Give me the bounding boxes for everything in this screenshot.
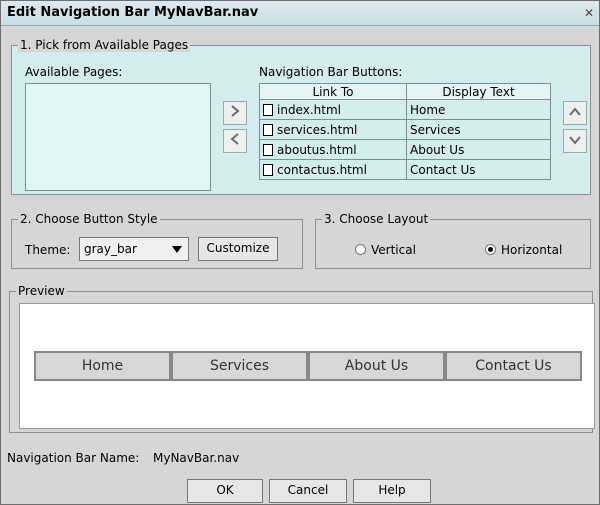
button-style-legend: 2. Choose Button Style [18, 212, 160, 226]
display-text-cell[interactable]: About Us [406, 139, 551, 160]
document-icon [263, 163, 273, 176]
display-text-cell[interactable]: Contact Us [406, 159, 551, 180]
navbar-name-label: Navigation Bar Name: [7, 451, 140, 465]
title-bar: Edit Navigation Bar MyNavBar.nav ✕ [1, 1, 599, 26]
move-left-icon[interactable] [223, 129, 247, 153]
link-cell[interactable]: aboutus.html [259, 139, 407, 160]
link-cell[interactable]: contactus.html [259, 159, 407, 180]
theme-label: Theme: [25, 243, 71, 257]
display-text-cell[interactable]: Services [406, 119, 551, 140]
customize-button[interactable]: Customize [198, 237, 278, 261]
column-display-text: Display Text [406, 83, 551, 100]
preview-services-button[interactable]: Services [171, 351, 308, 381]
vertical-radio[interactable] [355, 244, 366, 255]
theme-select[interactable]: gray_bar [79, 237, 189, 261]
table-row[interactable]: services.html Services [259, 119, 551, 140]
available-pages-label: Available Pages: [25, 65, 123, 79]
cancel-button[interactable]: Cancel [269, 479, 347, 503]
document-icon [263, 103, 273, 116]
table-row[interactable]: contactus.html Contact Us [259, 159, 551, 180]
horizontal-label: Horizontal [501, 243, 563, 257]
move-right-icon[interactable] [223, 101, 247, 125]
table-row[interactable]: index.html Home [259, 99, 551, 120]
navbar-buttons-label: Navigation Bar Buttons: [259, 65, 403, 79]
help-button[interactable]: Help [353, 479, 431, 503]
layout-legend: 3. Choose Layout [322, 212, 431, 226]
preview-home-button[interactable]: Home [34, 351, 171, 381]
preview-about-button[interactable]: About Us [308, 351, 445, 381]
move-up-icon[interactable] [563, 101, 587, 125]
dialog-window: Edit Navigation Bar MyNavBar.nav ✕ 1. Pi… [0, 0, 600, 505]
navbar-buttons-table: Link To Display Text index.html Home ser… [259, 83, 551, 180]
display-text-cell[interactable]: Home [406, 99, 551, 120]
link-cell[interactable]: services.html [259, 119, 407, 140]
navbar-name-value: MyNavBar.nav [153, 451, 240, 465]
window-title: Edit Navigation Bar MyNavBar.nav [7, 5, 259, 20]
ok-button[interactable]: OK [187, 479, 263, 503]
document-icon [263, 123, 273, 136]
preview-legend: Preview [16, 284, 67, 298]
document-icon [263, 143, 273, 156]
preview-navbar: Home Services About Us Contact Us [34, 351, 582, 381]
available-pages-list[interactable] [25, 83, 211, 191]
vertical-label: Vertical [371, 243, 416, 257]
link-cell[interactable]: index.html [259, 99, 407, 120]
table-row[interactable]: aboutus.html About Us [259, 139, 551, 160]
close-icon[interactable]: ✕ [581, 5, 597, 21]
preview-contact-button[interactable]: Contact Us [445, 351, 582, 381]
theme-value: gray_bar [84, 242, 137, 256]
column-link-to: Link To [259, 83, 407, 100]
move-down-icon[interactable] [563, 129, 587, 153]
pick-pages-legend: 1. Pick from Available Pages [18, 38, 191, 52]
horizontal-radio[interactable] [485, 244, 496, 255]
preview-area: Home Services About Us Contact Us [19, 303, 595, 429]
dropdown-arrow-icon [172, 246, 182, 253]
